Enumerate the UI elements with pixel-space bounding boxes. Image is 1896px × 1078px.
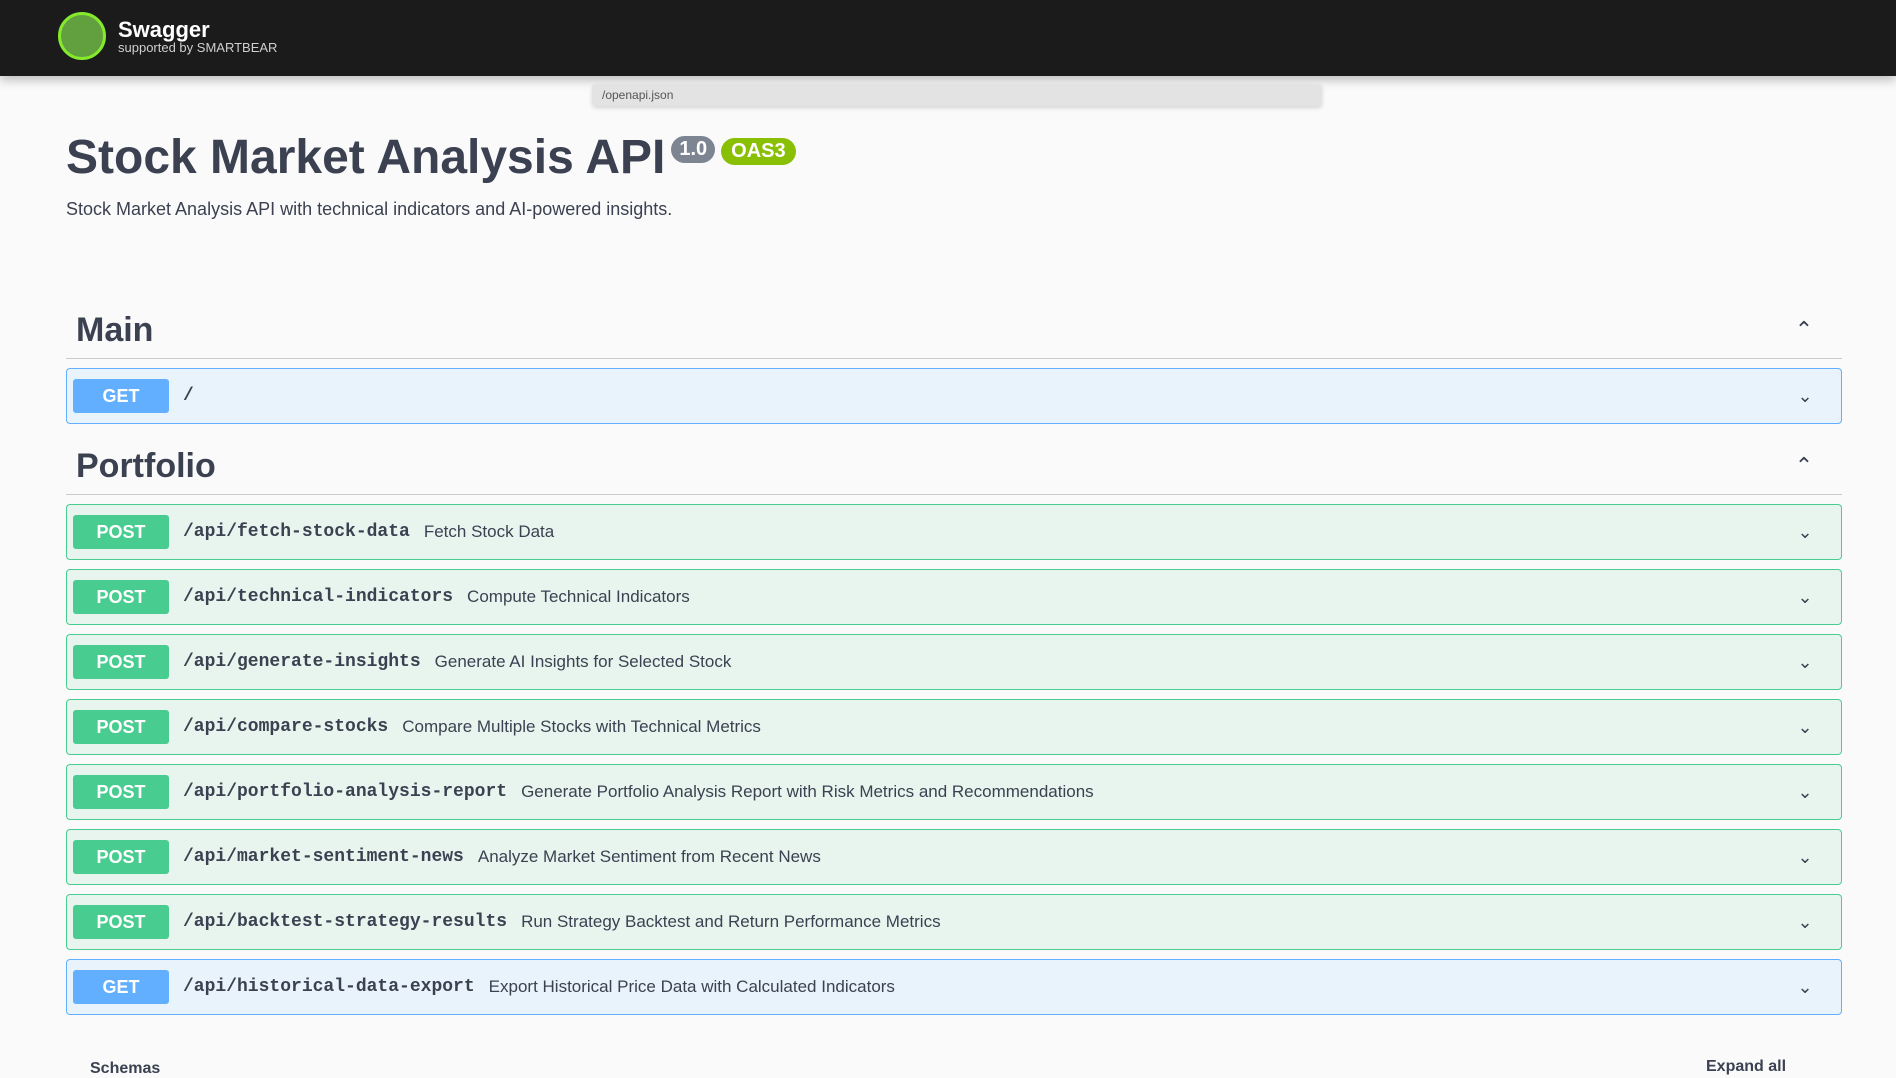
operation-row[interactable]: POST /api/technical-indicators Compute T…	[66, 569, 1842, 625]
operation-row[interactable]: POST /api/backtest-strategy-results Run …	[66, 894, 1842, 950]
chevron-down-icon[interactable]: ⌄	[1791, 912, 1819, 933]
operation-summary: Generate AI Insights for Selected Stock	[434, 652, 732, 671]
tag-name: Main	[76, 310, 154, 349]
schemas-label[interactable]: Schemas	[90, 1060, 160, 1078]
tag-header-portfolio[interactable]: Portfolio ⌃	[66, 438, 1842, 495]
chevron-down-icon[interactable]: ⌄	[1791, 386, 1819, 407]
swagger-logo-icon	[58, 12, 106, 60]
chevron-down-icon[interactable]: ⌄	[1791, 522, 1819, 543]
tag-section-main: Main ⌃ GET / ⌄	[66, 302, 1842, 424]
operation-summary: Compute Technical Indicators	[467, 587, 690, 606]
chevron-down-icon[interactable]: ⌄	[1791, 587, 1819, 608]
operation-summary: Run Strategy Backtest and Return Perform…	[521, 912, 941, 931]
version-badge: 1.0	[671, 136, 716, 163]
operation-row[interactable]: POST /api/fetch-stock-data Fetch Stock D…	[66, 504, 1842, 560]
operation-summary: Compare Multiple Stocks with Technical M…	[402, 717, 761, 736]
operation-path: /api/portfolio-analysis-report	[183, 782, 508, 802]
operation-path: /api/compare-stocks	[183, 717, 389, 737]
chevron-up-icon[interactable]: ⌃	[1788, 450, 1820, 482]
operation-row[interactable]: POST /api/market-sentiment-news Analyze …	[66, 829, 1842, 885]
chevron-down-icon[interactable]: ⌄	[1791, 782, 1819, 803]
method-badge: POST	[73, 710, 169, 744]
operation-row[interactable]: POST /api/compare-stocks Compare Multipl…	[66, 699, 1842, 755]
swagger-logo[interactable]: Swagger supported by SMARTBEAR	[58, 12, 277, 60]
api-info: Stock Market Analysis API 1.0 OAS3 Stock…	[66, 130, 1826, 220]
topbar: Swagger supported by SMARTBEAR	[0, 0, 1896, 76]
operation-row[interactable]: GET / ⌄	[66, 368, 1842, 424]
chevron-up-icon[interactable]: ⌃	[1788, 314, 1820, 346]
spec-url-link[interactable]: /openapi.json	[592, 84, 1322, 106]
method-badge: POST	[73, 840, 169, 874]
operation-summary: Export Historical Price Data with Calcul…	[488, 977, 895, 996]
operation-path: /api/market-sentiment-news	[183, 847, 464, 867]
method-badge: POST	[73, 775, 169, 809]
method-badge: POST	[73, 515, 169, 549]
operation-summary: Analyze Market Sentiment from Recent New…	[477, 847, 821, 866]
logo-line-2: supported by SMARTBEAR	[118, 39, 278, 55]
api-description: Stock Market Analysis API with technical…	[66, 199, 673, 219]
chevron-down-icon[interactable]: ⌄	[1791, 717, 1819, 738]
operation-summary: Generate Portfolio Analysis Report with …	[521, 782, 1094, 801]
operation-path: /api/historical-data-export	[183, 977, 475, 997]
logo-text: Swagger supported by SMARTBEAR	[118, 18, 277, 55]
chevron-down-icon[interactable]: ⌄	[1791, 847, 1819, 868]
method-badge: POST	[73, 645, 169, 679]
page-title: Stock Market Analysis API	[66, 131, 666, 184]
operation-row[interactable]: POST /api/generate-insights Generate AI …	[66, 634, 1842, 690]
operation-row[interactable]: GET /api/historical-data-export Export H…	[66, 959, 1842, 1015]
tag-header-main[interactable]: Main ⌃	[66, 302, 1842, 359]
operation-path: /api/generate-insights	[183, 652, 421, 672]
operation-row[interactable]: POST /api/portfolio-analysis-report Gene…	[66, 764, 1842, 820]
chevron-down-icon[interactable]: ⌄	[1791, 977, 1819, 998]
operation-path: /api/backtest-strategy-results	[183, 912, 508, 932]
title-row: Stock Market Analysis API 1.0 OAS3	[66, 130, 1826, 185]
method-badge: POST	[73, 580, 169, 614]
tag-section-portfolio: Portfolio ⌃ POST /api/fetch-stock-data F…	[66, 438, 1842, 1015]
method-badge: POST	[73, 905, 169, 939]
method-badge: GET	[73, 970, 169, 1004]
oas-badge: OAS3	[721, 138, 796, 165]
operation-path: /	[183, 386, 194, 406]
expand-all-button[interactable]: Expand all	[1706, 1058, 1786, 1076]
operation-path: /api/fetch-stock-data	[183, 522, 410, 542]
chevron-down-icon[interactable]: ⌄	[1791, 652, 1819, 673]
method-badge: GET	[73, 379, 169, 413]
logo-line-1: Swagger	[118, 16, 210, 42]
operation-summary: Fetch Stock Data	[423, 522, 555, 541]
operation-path: /api/technical-indicators	[183, 587, 454, 607]
tag-name: Portfolio	[76, 446, 216, 485]
